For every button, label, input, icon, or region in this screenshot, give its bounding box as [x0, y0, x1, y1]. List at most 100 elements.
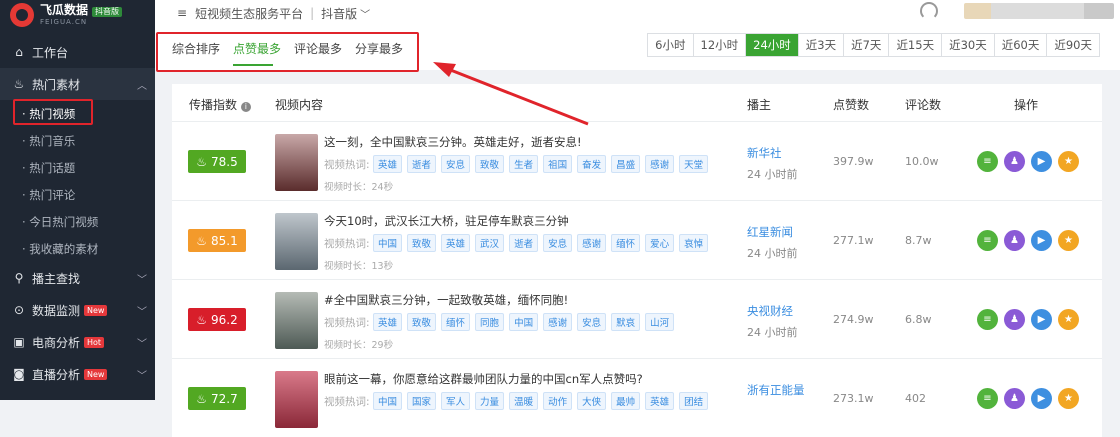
list-icon[interactable]: ≡	[977, 151, 998, 172]
hotword-tag[interactable]: 生者	[509, 155, 539, 173]
time-filter-24h[interactable]: 24小时	[745, 34, 798, 56]
sidebar-item-hot-materials[interactable]: ♨ 热门素材 ︿	[0, 68, 155, 100]
sidebar-item-label: 工作台	[32, 45, 69, 60]
hotword-tag[interactable]: 军人	[441, 392, 471, 410]
new-badge: New	[84, 368, 108, 380]
users-icon[interactable]: ♟	[1004, 230, 1025, 251]
hotword-tag[interactable]: 安息	[577, 313, 607, 331]
hotword-tag[interactable]: 缅怀	[441, 313, 471, 331]
edition-select[interactable]: 抖音版	[321, 5, 357, 22]
hotword-tag[interactable]: 力量	[475, 392, 505, 410]
hotword-tag[interactable]: 中国	[373, 234, 403, 252]
time-filter-12h[interactable]: 12小时	[692, 34, 746, 56]
hotword-tag[interactable]: 祖国	[543, 155, 573, 173]
hotword-tag[interactable]: 致敬	[407, 234, 437, 252]
row-actions: ≡ ♟ ▶ ★	[977, 309, 1085, 330]
list-icon[interactable]: ≡	[977, 309, 998, 330]
sidebar-item-creator-search[interactable]: ⚲ 播主查找 ﹀	[0, 262, 155, 294]
sidebar-subitem-favorites[interactable]: · 我收藏的素材	[0, 235, 155, 262]
hotword-tag[interactable]: 哀悼	[679, 234, 709, 252]
hotword-tag[interactable]: 感谢	[645, 155, 675, 173]
sidebar-item-ecommerce[interactable]: ▣ 电商分析 Hot ﹀	[0, 326, 155, 358]
hotword-tag[interactable]: 致敬	[407, 313, 437, 331]
hotword-tag[interactable]: 感谢	[577, 234, 607, 252]
creator-name[interactable]: 浙有正能量	[747, 382, 805, 398]
hotword-tag[interactable]: 最帅	[611, 392, 641, 410]
video-thumbnail[interactable]	[275, 213, 318, 270]
hotword-label: 视频热词:	[324, 159, 370, 171]
hotword-tag[interactable]: 奋发	[577, 155, 607, 173]
hotword-tag[interactable]: 动作	[543, 392, 573, 410]
time-filter-30d[interactable]: 近30天	[941, 34, 994, 56]
creator-name[interactable]: 新华社	[747, 145, 782, 161]
hotword-tag[interactable]: 武汉	[475, 234, 505, 252]
sidebar-item-live[interactable]: ◙ 直播分析 New ﹀	[0, 358, 155, 390]
sidebar-subitem-hot-comments[interactable]: · 热门评论	[0, 181, 155, 208]
hotword-tag[interactable]: 温暖	[509, 392, 539, 410]
user-avatar[interactable]	[964, 3, 1114, 19]
hotword-tag[interactable]: 安息	[543, 234, 573, 252]
star-icon[interactable]: ★	[1058, 230, 1079, 251]
time-filter-90d[interactable]: 近90天	[1046, 34, 1099, 56]
creator-name[interactable]: 央视财经	[747, 303, 793, 319]
hotword-tag[interactable]: 国家	[407, 392, 437, 410]
users-icon[interactable]: ♟	[1004, 388, 1025, 409]
hotword-tag[interactable]: 天堂	[679, 155, 709, 173]
hotword-tag[interactable]: 安息	[441, 155, 471, 173]
hotword-tag[interactable]: 逝者	[407, 155, 437, 173]
users-icon[interactable]: ♟	[1004, 151, 1025, 172]
time-filter-15d[interactable]: 近15天	[888, 34, 942, 56]
creator-name[interactable]: 红星新闻	[747, 224, 793, 240]
time-filter-7d[interactable]: 近7天	[843, 34, 889, 56]
hotword-tag[interactable]: 英雄	[441, 234, 471, 252]
hotword-tag[interactable]: 缅怀	[611, 234, 641, 252]
star-icon[interactable]: ★	[1058, 309, 1079, 330]
sidebar-item-workbench[interactable]: ⌂ 工作台	[0, 36, 155, 68]
time-filter-6h[interactable]: 6小时	[648, 34, 693, 56]
like-count: 397.9w	[833, 155, 874, 168]
sidebar-subitem-hot-music[interactable]: · 热门音乐	[0, 127, 155, 154]
video-thumbnail[interactable]	[275, 134, 318, 191]
video-title[interactable]: #全中国默哀三分钟，一起致敬英雄，缅怀同胞!	[324, 292, 568, 308]
hotword-tag[interactable]: 大侠	[577, 392, 607, 410]
video-title[interactable]: 今天10时，武汉长江大桥，驻足停车默哀三分钟	[324, 213, 569, 229]
sidebar-item-monitoring[interactable]: ⊙ 数据监测 New ﹀	[0, 294, 155, 326]
hotword-tag[interactable]: 中国	[373, 392, 403, 410]
hotword-tag[interactable]: 昌盛	[611, 155, 641, 173]
hotword-tag[interactable]: 默哀	[611, 313, 641, 331]
sidebar-item-label: 电商分析	[32, 335, 81, 350]
hotword-tag[interactable]: 逝者	[509, 234, 539, 252]
time-filter-60d[interactable]: 近60天	[993, 34, 1047, 56]
logo[interactable]: 飞瓜数据 抖音版 FEIGUA.CN	[0, 0, 155, 30]
play-icon[interactable]: ▶	[1031, 230, 1052, 251]
sidebar-subitem-hot-topics[interactable]: · 热门话题	[0, 154, 155, 181]
play-icon[interactable]: ▶	[1031, 309, 1052, 330]
time-filter-3d[interactable]: 近3天	[797, 34, 844, 56]
hotword-tag[interactable]: 爱心	[645, 234, 675, 252]
star-icon[interactable]: ★	[1058, 388, 1079, 409]
hotword-tag[interactable]: 英雄	[645, 392, 675, 410]
sidebar-item-label: 热门素材	[32, 77, 81, 92]
hotword-tag[interactable]: 中国	[509, 313, 539, 331]
hotword-tag[interactable]: 团结	[679, 392, 709, 410]
sidebar-subitem-today-hot[interactable]: · 今日热门视频	[0, 208, 155, 235]
list-icon[interactable]: ≡	[977, 388, 998, 409]
hotword-tag[interactable]: 山河	[645, 313, 675, 331]
post-time: 24 小时前	[747, 326, 798, 339]
menu-icon[interactable]: ≡	[177, 6, 187, 20]
hotword-tag[interactable]: 英雄	[373, 155, 403, 173]
video-title[interactable]: 眼前这一幕，你愿意给这群最帅团队力量的中国cn军人点赞吗?	[324, 371, 643, 387]
like-count: 273.1w	[833, 392, 874, 405]
star-icon[interactable]: ★	[1058, 151, 1079, 172]
hotword-tag[interactable]: 致敬	[475, 155, 505, 173]
play-icon[interactable]: ▶	[1031, 151, 1052, 172]
video-title[interactable]: 这一刻，全中国默哀三分钟。英雄走好，逝者安息!	[324, 134, 582, 150]
hotword-tag[interactable]: 感谢	[543, 313, 573, 331]
users-icon[interactable]: ♟	[1004, 309, 1025, 330]
hotword-tag[interactable]: 英雄	[373, 313, 403, 331]
headset-icon[interactable]	[920, 2, 938, 20]
video-thumbnail[interactable]	[275, 292, 318, 349]
list-icon[interactable]: ≡	[977, 230, 998, 251]
hotword-tag[interactable]: 同胞	[475, 313, 505, 331]
play-icon[interactable]: ▶	[1031, 388, 1052, 409]
